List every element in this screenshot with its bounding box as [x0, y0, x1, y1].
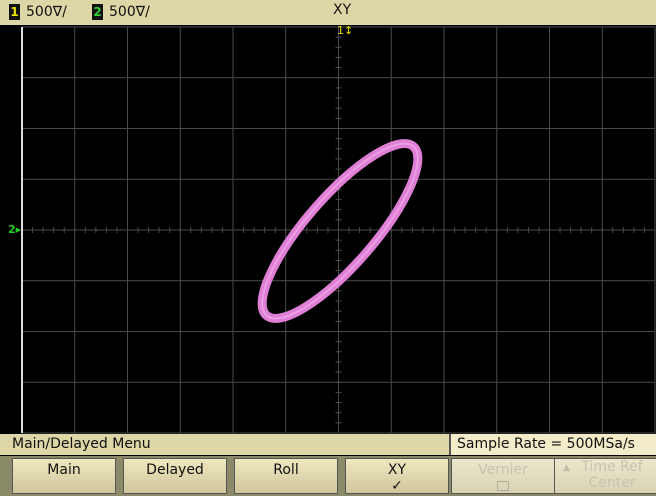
softkey-time-ref-value: Center [588, 475, 636, 491]
softkey-roll-label: Roll [273, 462, 299, 478]
trigger-marker-icon: 1↕ [337, 24, 354, 37]
softkey-xy-label: XY [387, 462, 407, 478]
softkey-vernier-label: Vernier [478, 462, 528, 478]
softkey-xy[interactable]: XY ✓ [345, 458, 449, 494]
softkey-time-ref[interactable]: ▲ Time Ref Center [554, 458, 656, 494]
graticule [21, 26, 656, 434]
xy-ellipse-trace [257, 139, 423, 323]
xy-ellipse-highlight [261, 142, 419, 320]
oscilloscope-screen: 1 500∇/ 2 500∇/ XY 1↕ 2▸ Main/Delayed Me… [0, 0, 656, 496]
graticule-lines [21, 26, 656, 434]
vernier-checkbox[interactable] [497, 481, 509, 491]
checkmark-icon: ✓ [391, 478, 403, 494]
xy-trace [257, 139, 423, 323]
channel-2-ground-marker: 2▸ [8, 223, 22, 236]
softkey-main-label: Main [47, 462, 81, 478]
menu-title: Main/Delayed Menu [12, 436, 151, 452]
arrow-up-icon: ▲ [563, 463, 570, 473]
softkey-time-ref-label: Time Ref [581, 459, 643, 475]
softkey-delayed[interactable]: Delayed [123, 458, 227, 494]
sample-rate-readout: Sample Rate = 500MSa/s [449, 434, 656, 455]
softkey-main[interactable]: Main [12, 458, 116, 494]
softkey-roll[interactable]: Roll [234, 458, 338, 494]
softkey-vernier[interactable]: Vernier [451, 458, 555, 494]
softkey-delayed-label: Delayed [146, 462, 204, 478]
